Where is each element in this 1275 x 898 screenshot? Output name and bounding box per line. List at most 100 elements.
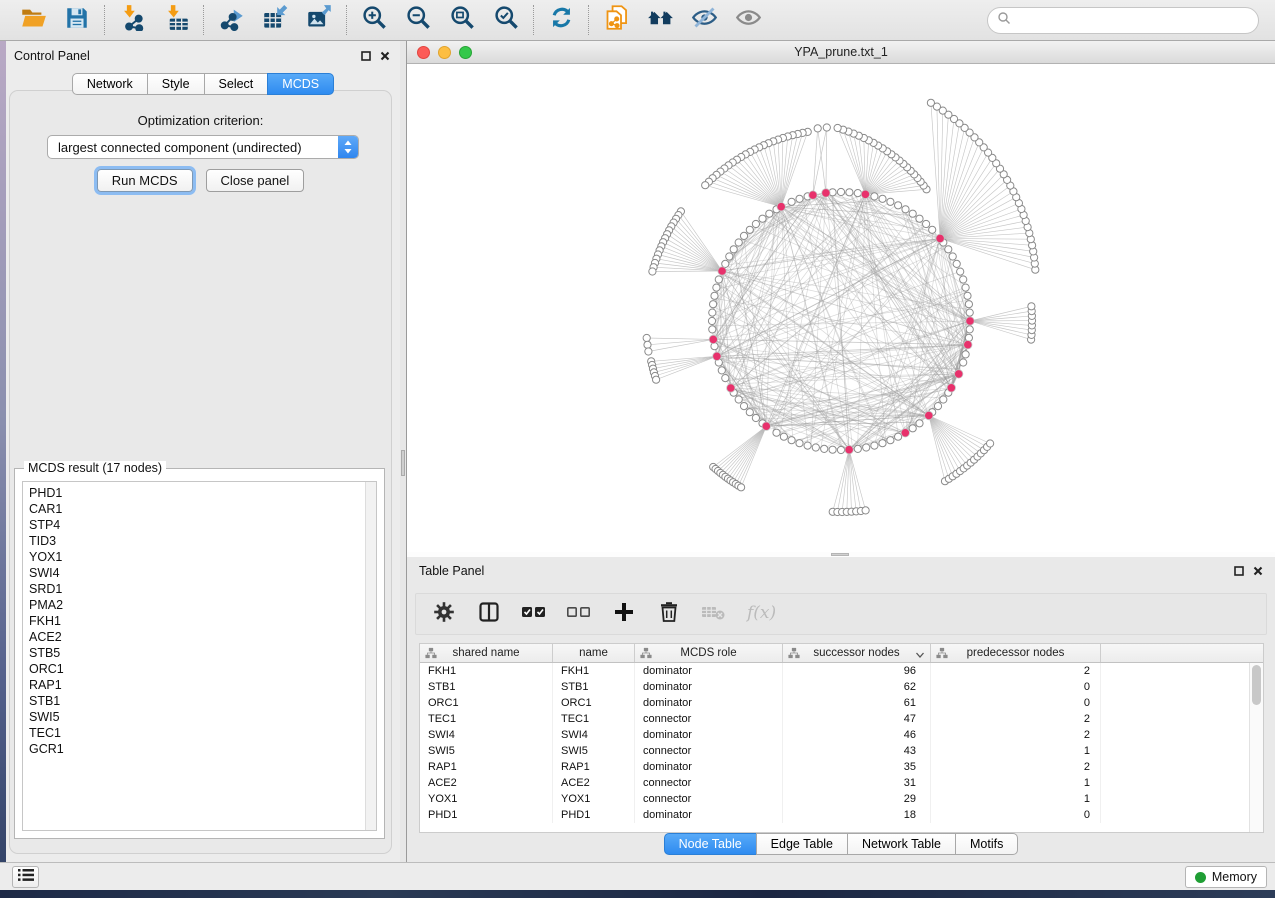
ring-node[interactable]	[837, 446, 844, 453]
leaf-node[interactable]	[738, 484, 745, 491]
ring-node[interactable]	[964, 292, 971, 299]
ring-node[interactable]	[902, 206, 909, 213]
mcds-hub-node[interactable]	[845, 446, 853, 454]
ring-node[interactable]	[887, 198, 894, 205]
ring-node[interactable]	[916, 215, 923, 222]
run-mcds-button[interactable]: Run MCDS	[97, 169, 193, 192]
mcds-hub-node[interactable]	[966, 317, 974, 325]
export-network-button[interactable]	[213, 3, 249, 37]
ring-node[interactable]	[962, 284, 969, 291]
ring-node[interactable]	[909, 210, 916, 217]
tab-mcds[interactable]: MCDS	[267, 73, 334, 95]
mcds-result-item[interactable]: STP4	[29, 517, 364, 533]
tab-select[interactable]: Select	[204, 73, 269, 95]
ring-node[interactable]	[788, 437, 795, 444]
mcds-hub-node[interactable]	[901, 429, 909, 437]
ring-node[interactable]	[722, 260, 729, 267]
mcds-result-item[interactable]: SWI4	[29, 565, 364, 581]
ring-node[interactable]	[804, 442, 811, 449]
ring-node[interactable]	[710, 301, 717, 308]
table-row[interactable]: STB1STB1dominator620	[420, 679, 1249, 695]
column-header-predecessor-nodes[interactable]: predecessor nodes	[931, 644, 1101, 662]
ring-node[interactable]	[953, 260, 960, 267]
ring-node[interactable]	[709, 326, 716, 333]
ring-node[interactable]	[709, 309, 716, 316]
ring-node[interactable]	[740, 403, 747, 410]
ring-node[interactable]	[752, 414, 759, 421]
leaf-node[interactable]	[702, 182, 709, 189]
column-header-mcds-role[interactable]: MCDS role	[635, 644, 783, 662]
tab-edge-table[interactable]: Edge Table	[756, 833, 848, 855]
show-all-button[interactable]	[730, 3, 766, 37]
column-header-successor-nodes[interactable]: successor nodes	[783, 644, 931, 662]
mcds-hub-node[interactable]	[947, 384, 955, 392]
mcds-hub-node[interactable]	[822, 189, 830, 197]
mcds-result-item[interactable]: TID3	[29, 533, 364, 549]
mcds-result-item[interactable]: GCR1	[29, 741, 364, 757]
mcds-hub-node[interactable]	[777, 203, 785, 211]
ring-node[interactable]	[821, 445, 828, 452]
mcds-result-scrollbar[interactable]	[365, 482, 376, 830]
ring-node[interactable]	[923, 220, 930, 227]
ring-node[interactable]	[746, 226, 753, 233]
tab-network[interactable]: Network	[72, 73, 148, 95]
ring-node[interactable]	[965, 301, 972, 308]
leaf-node[interactable]	[653, 376, 660, 383]
ring-node[interactable]	[730, 246, 737, 253]
close-panel-icon[interactable]	[380, 51, 390, 61]
tab-network-table[interactable]: Network Table	[847, 833, 956, 855]
mcds-hub-node[interactable]	[718, 267, 726, 275]
zoom-fit-button[interactable]	[444, 3, 480, 37]
table-scrollbar-thumb[interactable]	[1252, 665, 1261, 705]
criterion-select[interactable]: largest connected component (undirected)	[47, 135, 359, 159]
ring-node[interactable]	[735, 239, 742, 246]
mcds-result-item[interactable]: STB5	[29, 645, 364, 661]
mcds-result-item[interactable]: TEC1	[29, 725, 364, 741]
export-image-button[interactable]	[301, 3, 337, 37]
ring-node[interactable]	[726, 253, 733, 260]
leaf-node[interactable]	[649, 268, 656, 275]
ring-node[interactable]	[715, 276, 722, 283]
ring-node[interactable]	[837, 188, 844, 195]
leaf-node[interactable]	[644, 341, 651, 348]
ring-node[interactable]	[960, 276, 967, 283]
ring-node[interactable]	[796, 440, 803, 447]
hide-selected-button[interactable]	[686, 3, 722, 37]
mcds-hub-node[interactable]	[861, 190, 869, 198]
table-row[interactable]: PHD1PHD1dominator180	[420, 807, 1249, 823]
mcds-result-item[interactable]: STB1	[29, 693, 364, 709]
ring-node[interactable]	[966, 326, 973, 333]
mcds-result-item[interactable]: ACE2	[29, 629, 364, 645]
mcds-hub-node[interactable]	[925, 411, 933, 419]
mcds-result-item[interactable]: SRD1	[29, 581, 364, 597]
mcds-result-item[interactable]: RAP1	[29, 677, 364, 693]
zoom-out-button[interactable]	[400, 3, 436, 37]
mcds-hub-node[interactable]	[713, 352, 721, 360]
table-scrollbar[interactable]	[1249, 663, 1263, 832]
ring-node[interactable]	[780, 433, 787, 440]
ring-node[interactable]	[740, 232, 747, 239]
ring-node[interactable]	[735, 396, 742, 403]
ring-node[interactable]	[746, 409, 753, 416]
ring-node[interactable]	[863, 444, 870, 451]
column-header-shared-name[interactable]: shared name	[420, 644, 553, 662]
leaf-node[interactable]	[834, 124, 841, 131]
duplicate-network-button[interactable]	[598, 3, 634, 37]
ring-node[interactable]	[949, 253, 956, 260]
leaf-node[interactable]	[814, 125, 821, 132]
import-table-button[interactable]	[158, 3, 194, 37]
refresh-button[interactable]	[543, 3, 579, 37]
ring-node[interactable]	[854, 445, 861, 452]
ring-node[interactable]	[945, 246, 952, 253]
search-input[interactable]	[1016, 11, 1258, 31]
ring-node[interactable]	[711, 292, 718, 299]
table-row[interactable]: ACE2ACE2connector311	[420, 775, 1249, 791]
mcds-hub-node[interactable]	[762, 422, 770, 430]
leaf-node[interactable]	[645, 348, 652, 355]
table-row[interactable]: SWI5SWI5connector431	[420, 743, 1249, 759]
ring-node[interactable]	[752, 220, 759, 227]
ring-node[interactable]	[966, 309, 973, 316]
tab-style[interactable]: Style	[147, 73, 205, 95]
leaf-node[interactable]	[823, 124, 830, 131]
save-button[interactable]	[59, 3, 95, 37]
